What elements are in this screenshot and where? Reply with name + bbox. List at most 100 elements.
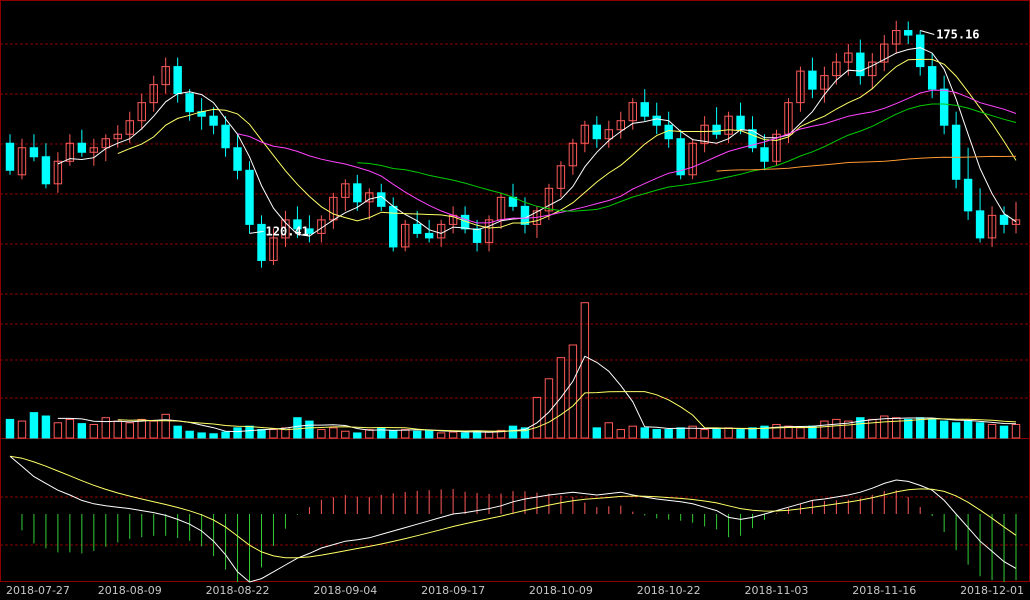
stock-chart: 175.16 120.41 2018-07-27 2018-08-09 2018-08… — [0, 0, 1030, 600]
volume-bar-up — [400, 429, 410, 439]
volume-bar-up — [125, 422, 134, 439]
volume-bar-down — [305, 420, 314, 439]
volume-bar-up — [161, 413, 170, 439]
volume-bar-up — [17, 420, 27, 439]
chart-frame — [0, 0, 1030, 582]
volume-bar-down — [664, 429, 673, 439]
candle-down — [939, 88, 949, 126]
candle-down — [257, 223, 266, 261]
max-price-label: 175.16 — [936, 28, 979, 42]
candle-down — [424, 232, 434, 239]
volume-bar-down — [29, 412, 39, 439]
volume-bar-up — [796, 427, 805, 439]
volume-bar-up — [113, 420, 122, 439]
candle-down — [5, 142, 15, 171]
candle-down — [951, 124, 961, 180]
candle-down — [173, 66, 182, 95]
candle-down — [185, 93, 194, 113]
candle-down — [233, 147, 242, 171]
macd-dif-line — [9, 455, 1017, 583]
candle-down — [41, 156, 51, 185]
candle-down — [904, 30, 913, 36]
x-tick-label: 2018-10-22 — [637, 584, 701, 597]
volume-bar-down — [927, 418, 937, 439]
volume-bar-down — [221, 431, 230, 439]
volume-bar-down — [712, 429, 721, 439]
candle-down — [736, 115, 745, 131]
volume-bar-down — [257, 429, 266, 439]
kline-chart-svg: 175.16 120.41 2018-07-27 2018-08-09 2018-08… — [0, 0, 1030, 597]
volume-bar-up — [341, 430, 350, 439]
volume-bar-up — [137, 418, 146, 439]
grid — [0, 0, 1030, 582]
volume-bar-down — [389, 429, 398, 439]
candle-down — [652, 115, 661, 126]
volume-bar-down — [736, 429, 745, 439]
candle-down — [963, 178, 973, 212]
volume-bar-up — [616, 429, 626, 439]
volume-bar-down — [424, 429, 434, 439]
candle-down — [760, 147, 769, 162]
price-annotations: 175.16 120.41 — [249, 28, 980, 238]
candle-down — [412, 223, 422, 234]
x-tick-label: 2018-08-22 — [206, 584, 270, 597]
x-tick-label: 2018-07-27 — [6, 584, 70, 597]
x-tick-label: 2018-10-09 — [529, 584, 593, 597]
volume-bar-up — [987, 423, 997, 439]
candle-down — [808, 70, 817, 90]
macd-panel — [9, 455, 1017, 583]
volume-bar-down — [640, 427, 649, 439]
volume-bar-down — [904, 418, 913, 439]
volume-bar-up — [772, 423, 781, 439]
volume-bar-down — [197, 432, 206, 439]
volume-bar-down — [939, 420, 949, 439]
x-tick-label: 2018-09-17 — [421, 584, 485, 597]
candle-down — [209, 115, 218, 126]
volume-bar-up — [269, 429, 278, 439]
candle-down — [927, 66, 937, 90]
x-tick-label: 2018-09-04 — [313, 584, 377, 597]
volume-bar-down — [245, 425, 254, 439]
volume-bar-down — [77, 423, 87, 439]
volume-bar-down — [652, 429, 661, 439]
volume-bar-down — [999, 425, 1009, 439]
x-tick-label: 2018-08-09 — [98, 584, 162, 597]
volume-bar-up — [317, 429, 326, 439]
volume-bar-up — [101, 417, 111, 439]
volume-bar-down — [173, 425, 182, 439]
volume-bar-down — [185, 430, 194, 439]
x-tick-label: 2018-12-01 — [960, 584, 1024, 597]
volume-bar-up — [532, 396, 542, 439]
volume-bar-up — [820, 420, 829, 439]
volume-bar-down — [293, 417, 302, 439]
volume-bar-down — [676, 427, 685, 439]
candle-down — [676, 138, 685, 176]
volume-bar-down — [592, 427, 602, 439]
candle-down — [472, 228, 482, 243]
volume-bar-down — [377, 427, 386, 439]
candle-down — [29, 147, 39, 158]
volume-bar-up — [832, 418, 841, 439]
candle-down — [245, 169, 254, 225]
candle-down — [915, 34, 925, 68]
min-price-label: 120.41 — [266, 224, 309, 238]
x-tick-label: 2018-11-16 — [852, 584, 916, 597]
candle-down — [377, 192, 386, 207]
candle-down — [856, 52, 865, 77]
volume-bar-up — [1011, 423, 1021, 439]
candle-down — [999, 214, 1009, 225]
candle-down — [592, 124, 602, 140]
volume-bar-down — [460, 432, 470, 439]
volume-bar-up — [484, 431, 494, 439]
volume-bar-up — [568, 344, 578, 439]
volume-bar-down — [963, 420, 973, 439]
candle-down — [975, 210, 985, 239]
volume-bar-up — [724, 427, 733, 439]
volume-bar-down — [412, 430, 422, 439]
volume-ma5-line — [57, 355, 1017, 433]
x-tick-label: 2018-11-03 — [745, 584, 809, 597]
candle-down — [520, 205, 530, 225]
x-axis: 2018-07-27 2018-08-09 2018-08-22 2018-09-04… — [6, 584, 1024, 597]
volume-bar-up — [448, 431, 458, 439]
candle-down — [77, 142, 87, 153]
